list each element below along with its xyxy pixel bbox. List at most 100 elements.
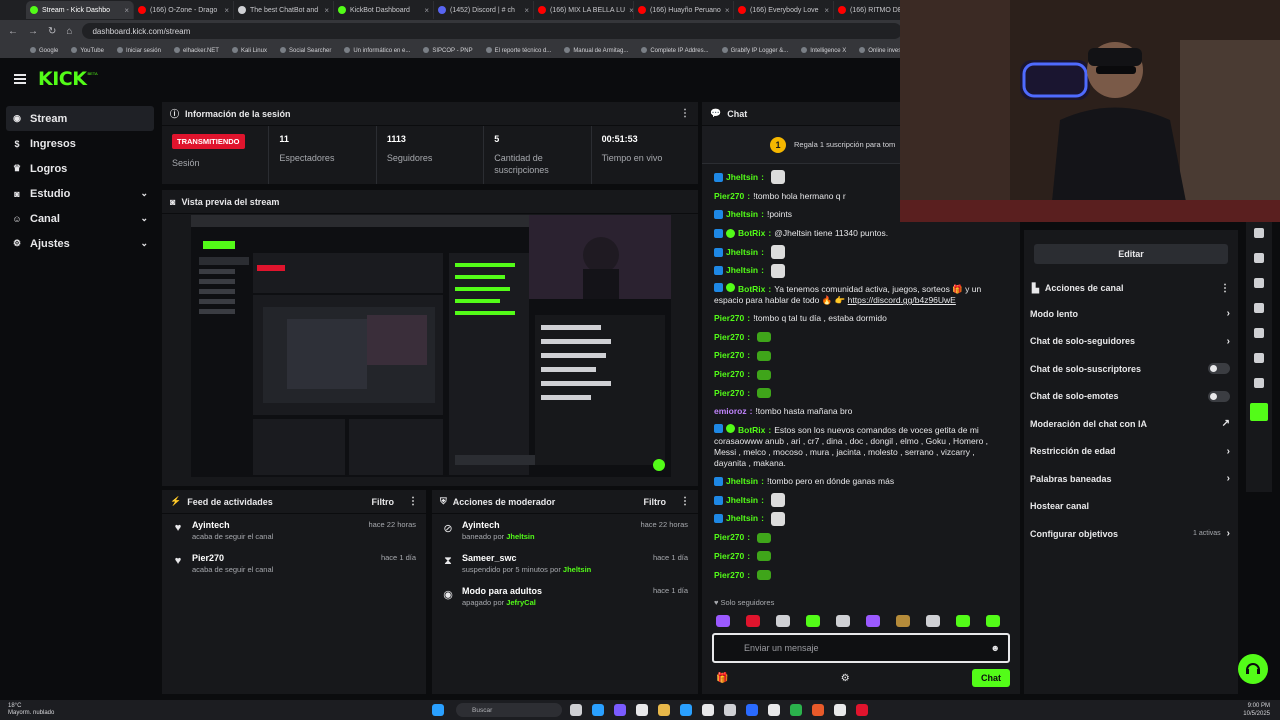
feed-filter-button[interactable]: Filtro [372, 497, 395, 507]
taskbar-app-icon[interactable] [614, 704, 626, 716]
browser-tab[interactable]: Stream - Kick Dashbo × [26, 1, 134, 19]
taskbar-app-icon[interactable] [812, 704, 824, 716]
bookmark[interactable]: SIPCOP - PNP [423, 47, 472, 54]
chevron-right-icon[interactable]: › [1227, 308, 1230, 319]
chat-input[interactable]: Enviar un mensaje ☻ [712, 633, 1010, 663]
document-icon[interactable] [1254, 253, 1264, 263]
external-link-icon[interactable]: ↗ [1222, 418, 1230, 429]
feed-item-name[interactable]: Pier270 [192, 553, 273, 563]
emote-icon[interactable] [926, 615, 940, 627]
browser-tab[interactable]: The best ChatBot and × [234, 1, 334, 19]
chat-username[interactable]: Pier270 [714, 388, 744, 399]
channel-action-item[interactable]: Moderación del chat con IA ↗ [1024, 410, 1238, 438]
chat-username[interactable]: Pier270 [714, 332, 744, 343]
taskbar-app-icon[interactable] [746, 704, 758, 716]
send-chat-button[interactable]: Chat [971, 669, 1010, 687]
share-icon[interactable] [1254, 378, 1264, 388]
forward-icon[interactable]: → [28, 26, 38, 37]
chat-username[interactable]: BotRix [738, 228, 765, 239]
close-icon[interactable]: × [524, 6, 529, 15]
bookmark[interactable]: Google [30, 47, 58, 54]
weather-widget[interactable]: 18°C Mayorm. nublado [0, 703, 140, 717]
channel-action-item[interactable]: Chat de solo-suscriptores [1024, 355, 1238, 383]
emote-icon[interactable] [836, 615, 850, 627]
chevron-right-icon[interactable]: › [1227, 336, 1230, 347]
mod-item-name[interactable]: Modo para adultos [462, 586, 542, 596]
emote-icon[interactable] [866, 615, 880, 627]
close-icon[interactable]: × [424, 6, 429, 15]
chat-username[interactable]: Pier270 [714, 570, 744, 581]
chevron-down-icon[interactable]: ⌄ [140, 213, 148, 224]
taskbar-app-icon[interactable] [724, 704, 736, 716]
channel-action-item[interactable]: Chat de solo-seguidores › [1024, 328, 1238, 356]
bookmark[interactable]: Complete IP Addres... [641, 47, 708, 54]
chevron-right-icon[interactable]: › [1227, 446, 1230, 457]
sidebar-item-canal[interactable]: ☺ Canal ⌄ [6, 206, 154, 231]
url-field[interactable]: dashboard.kick.com/stream [82, 23, 903, 39]
chat-username[interactable]: emioroz [714, 406, 747, 417]
chat-username[interactable]: Jheltsin [726, 172, 758, 183]
channel-action-item[interactable]: Chat de solo-emotes [1024, 383, 1238, 411]
sidebar-item-logros[interactable]: ♛ Logros [6, 156, 154, 181]
bookmark[interactable]: Social Searcher [280, 47, 331, 54]
bookmark[interactable]: elhacker.NET [174, 47, 219, 54]
chat-username[interactable]: Jheltsin [726, 476, 758, 487]
chat-username[interactable]: Jheltsin [726, 495, 758, 506]
chat-username[interactable]: Pier270 [714, 350, 744, 361]
chevron-down-icon[interactable]: ⌄ [140, 238, 148, 249]
mod-item-name[interactable]: Ayintech [462, 520, 535, 530]
chat-username[interactable]: Pier270 [714, 551, 744, 562]
emote-icon[interactable] [776, 615, 790, 627]
chat-username[interactable]: BotRix [738, 425, 765, 435]
browser-tab[interactable]: (1452) Discord | # ch × [434, 1, 534, 19]
windows-start-icon[interactable] [432, 704, 444, 716]
menu-icon[interactable] [14, 74, 26, 84]
bookmark[interactable]: Intelligence X [801, 47, 846, 54]
more-options-icon[interactable]: ⋮ [680, 496, 690, 507]
bookmark[interactable]: YouTube [71, 47, 104, 54]
emote-icon[interactable] [716, 615, 730, 627]
gear-icon[interactable]: ⚙ [841, 673, 850, 684]
kick-logo[interactable]: KICK [38, 68, 87, 90]
browser-tab[interactable]: (166) O-Zone - Drago × [134, 1, 234, 19]
taskbar-app-icon[interactable] [592, 704, 604, 716]
mod-action-by[interactable]: JefryCal [506, 598, 536, 607]
support-button[interactable] [1238, 654, 1268, 684]
taskbar-search[interactable]: Buscar [456, 703, 562, 717]
channel-action-item[interactable]: Hostear canal [1024, 493, 1238, 521]
chat-username[interactable]: Jheltsin [726, 209, 758, 220]
close-icon[interactable]: × [224, 6, 229, 15]
taskbar-app-icon[interactable] [680, 704, 692, 716]
chat-username[interactable]: Pier270 [714, 532, 744, 543]
channel-action-item[interactable]: Palabras baneadas › [1024, 465, 1238, 493]
back-icon[interactable]: ← [8, 26, 18, 37]
emote-icon[interactable] [746, 615, 760, 627]
taskbar-app-icon[interactable] [636, 704, 648, 716]
chat-username[interactable]: Jheltsin [726, 265, 758, 276]
home-icon[interactable]: ⌂ [66, 26, 72, 37]
bookmark[interactable]: Un informático en e... [344, 47, 410, 54]
wrench-icon[interactable] [1254, 353, 1264, 363]
broadcast-icon[interactable] [1254, 303, 1264, 313]
emote-icon[interactable] [896, 615, 910, 627]
taskbar-app-icon[interactable] [658, 704, 670, 716]
chat-username[interactable]: BotRix [738, 284, 765, 294]
browser-tab[interactable]: (166) Everybody Love × [734, 1, 834, 19]
taskbar-app-icon[interactable] [856, 704, 868, 716]
emote-icon[interactable] [956, 615, 970, 627]
sidebar-item-stream[interactable]: ◉ Stream [6, 106, 154, 131]
layout-icon[interactable] [1254, 328, 1264, 338]
close-icon[interactable]: × [324, 6, 329, 15]
toggle-switch[interactable] [1208, 363, 1230, 375]
taskbar-app-icon[interactable] [768, 704, 780, 716]
channel-action-item[interactable]: Configurar objetivos 1 activas › [1024, 520, 1238, 548]
chevron-right-icon[interactable]: › [1227, 528, 1230, 539]
close-icon[interactable]: × [725, 6, 730, 15]
app-icon[interactable] [1250, 403, 1268, 421]
mod-action-by[interactable]: Jheltsin [563, 565, 591, 574]
toggle-switch[interactable] [1208, 390, 1230, 402]
chat-username[interactable]: Pier270 [714, 369, 744, 380]
mod-action-by[interactable]: Jheltsin [506, 532, 534, 541]
bolt-icon[interactable] [1254, 228, 1264, 238]
bookmark[interactable]: Manual de Armitag... [564, 47, 628, 54]
